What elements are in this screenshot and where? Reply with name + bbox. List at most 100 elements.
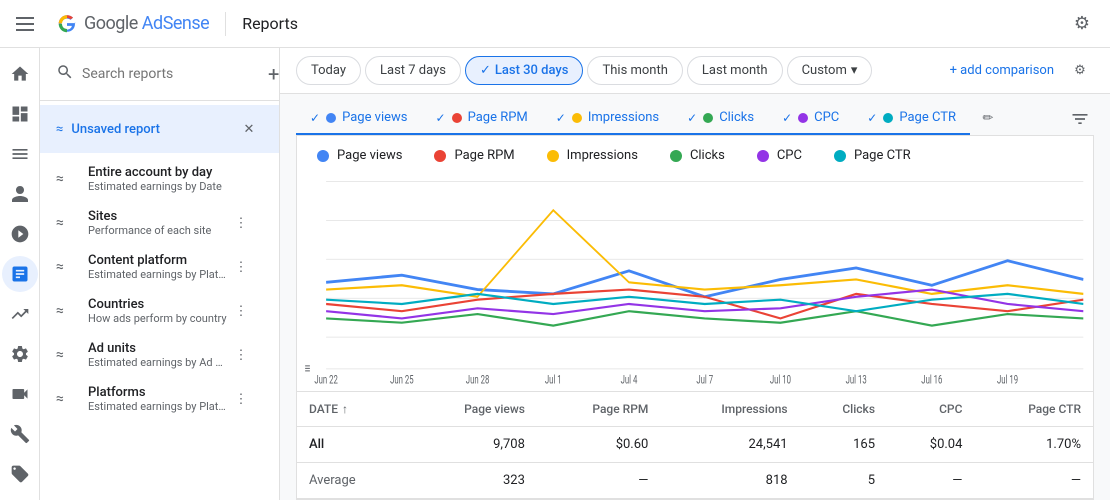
last7-filter-btn[interactable]: Last 7 days bbox=[365, 56, 461, 85]
tab-clicks[interactable]: ✓ Clicks bbox=[673, 102, 768, 135]
filter-gear-icon[interactable]: ⚙ bbox=[1066, 57, 1094, 85]
row-all-pagerpm: $0.60 bbox=[537, 427, 660, 463]
topbar: Google AdSense Reports ⚙ bbox=[0, 0, 1110, 48]
main-content: Today Last 7 days ✓ Last 30 days This mo… bbox=[280, 48, 1110, 500]
col-cpc: CPC bbox=[887, 392, 974, 427]
nav-reports-icon[interactable] bbox=[2, 256, 38, 292]
col-clicks: Clicks bbox=[800, 392, 887, 427]
row-avg-pagerpm: — bbox=[537, 463, 660, 499]
nav-tools-icon[interactable] bbox=[2, 416, 38, 452]
edit-metrics-icon[interactable]: ✏ bbox=[974, 105, 1002, 133]
countries-title: Countries bbox=[88, 297, 227, 312]
svg-text:Jun 28: Jun 28 bbox=[466, 374, 490, 387]
dot-clicks bbox=[703, 113, 713, 123]
filter-bar: Today Last 7 days ✓ Last 30 days This mo… bbox=[280, 48, 1110, 94]
logo: Google AdSense bbox=[56, 13, 209, 35]
tab-cpc[interactable]: ✓ CPC bbox=[768, 102, 853, 135]
platforms-more-icon[interactable]: ⋮ bbox=[227, 385, 255, 413]
entire-account-icon: ≈ bbox=[56, 169, 76, 189]
sort-date-icon[interactable]: ↑ bbox=[342, 402, 348, 416]
legend-cpc: CPC bbox=[757, 148, 802, 163]
lastmonth-filter-btn[interactable]: Last month bbox=[687, 56, 783, 85]
nav-home-icon[interactable] bbox=[2, 56, 38, 92]
row-all-impressions: 24,541 bbox=[660, 427, 799, 463]
nav-dashboard-icon[interactable] bbox=[2, 96, 38, 132]
metric-tabs: ✓ Page views ✓ Page RPM ✓ Impressions ✓ bbox=[296, 94, 1094, 136]
nav-trending-icon[interactable] bbox=[2, 296, 38, 332]
tab-pagectr[interactable]: ✓ Page CTR bbox=[853, 102, 970, 135]
legend-dot-pagectr bbox=[834, 150, 846, 162]
add-comparison-btn[interactable]: + add comparison bbox=[942, 57, 1062, 84]
sidebar-item-entire-account[interactable]: ≈ Entire account by day Estimated earnin… bbox=[40, 157, 271, 201]
check-clicks-icon: ✓ bbox=[687, 111, 697, 125]
today-filter-btn[interactable]: Today bbox=[296, 56, 361, 85]
content-platform-more-icon[interactable]: ⋮ bbox=[227, 253, 255, 281]
svg-text:Jul 19: Jul 19 bbox=[997, 374, 1018, 387]
nav-settings-icon[interactable] bbox=[2, 336, 38, 372]
line-chart: Jun 22 Jun 25 Jun 28 Jul 1 Jul 4 Jul 7 J… bbox=[297, 167, 1093, 391]
legend-dot-impressions bbox=[547, 150, 559, 162]
ad-units-icon: ≈ bbox=[56, 345, 76, 365]
table-row: All 9,708 $0.60 24,541 165 $0.04 1.70% bbox=[297, 427, 1093, 463]
legend-dot-cpc bbox=[757, 150, 769, 162]
chart-filter-icon[interactable] bbox=[1066, 105, 1094, 133]
sidebar-item-ad-units[interactable]: ≈ Ad units Estimated earnings by Ad unit… bbox=[40, 333, 271, 377]
settings-icon[interactable]: ⚙ bbox=[1070, 12, 1094, 36]
custom-dropdown-icon: ▾ bbox=[851, 63, 858, 78]
close-unsaved-icon[interactable]: ✕ bbox=[235, 115, 263, 143]
check-pagectr-icon: ✓ bbox=[867, 111, 877, 125]
add-report-icon[interactable]: + bbox=[268, 60, 279, 88]
sidebar: + ≈ Unsaved report ✕ ≈ Entire account by… bbox=[40, 48, 280, 500]
check-pageviews-icon: ✓ bbox=[310, 111, 320, 125]
dot-pageviews bbox=[326, 113, 336, 123]
sidebar-item-platforms[interactable]: ≈ Platforms Estimated earnings by Platfo… bbox=[40, 377, 271, 421]
countries-more-icon[interactable]: ⋮ bbox=[227, 297, 255, 325]
nav-list-icon[interactable] bbox=[2, 136, 38, 172]
check-cpc-icon: ✓ bbox=[782, 111, 792, 125]
tab-pagerpm[interactable]: ✓ Page RPM bbox=[422, 102, 542, 135]
svg-text:Jun 25: Jun 25 bbox=[390, 374, 414, 387]
brand-name: Google AdSense bbox=[84, 13, 209, 34]
row-avg-cpc: — bbox=[887, 463, 974, 499]
legend-pageviews: Page views bbox=[317, 148, 402, 163]
unsaved-icon: ≈ bbox=[56, 122, 63, 137]
legend-dot-pagerpm bbox=[434, 150, 446, 162]
tab-pageviews[interactable]: ✓ Page views bbox=[296, 102, 422, 135]
search-input[interactable] bbox=[82, 66, 260, 82]
legend-clicks: Clicks bbox=[670, 148, 725, 163]
ad-units-more-icon[interactable]: ⋮ bbox=[227, 341, 255, 369]
row-avg-pageviews: 323 bbox=[406, 463, 537, 499]
svg-text:Jun 22: Jun 22 bbox=[314, 374, 338, 387]
nav-video-icon[interactable] bbox=[2, 376, 38, 412]
thismonth-filter-btn[interactable]: This month bbox=[587, 56, 682, 85]
nav-tag-icon[interactable] bbox=[2, 456, 38, 492]
tab-impressions[interactable]: ✓ Impressions bbox=[542, 102, 673, 135]
check-pagerpm-icon: ✓ bbox=[436, 111, 446, 125]
nav-block-icon[interactable] bbox=[2, 216, 38, 252]
row-all-pageviews: 9,708 bbox=[406, 427, 537, 463]
topbar-divider bbox=[225, 12, 226, 36]
nav-person-icon[interactable] bbox=[2, 176, 38, 212]
svg-text:≡: ≡ bbox=[305, 361, 311, 377]
search-icon bbox=[56, 63, 74, 85]
row-all-pagectr: 1.70% bbox=[974, 427, 1093, 463]
unsaved-report-item[interactable]: ≈ Unsaved report ✕ bbox=[40, 105, 279, 153]
content-platform-title: Content platform bbox=[88, 253, 227, 268]
platforms-title: Platforms bbox=[88, 385, 227, 400]
google-logo-icon bbox=[56, 13, 78, 35]
platforms-subtitle: Estimated earnings by Platform bbox=[88, 400, 227, 413]
sidebar-item-countries[interactable]: ≈ Countries How ads perform by country ⋮ bbox=[40, 289, 271, 333]
sidebar-item-content-platform[interactable]: ≈ Content platform Estimated earnings by… bbox=[40, 245, 271, 289]
sidebar-item-sites[interactable]: ≈ Sites Performance of each site ⋮ bbox=[40, 201, 271, 245]
svg-text:Jul 13: Jul 13 bbox=[846, 374, 867, 387]
check-impressions-icon: ✓ bbox=[556, 111, 566, 125]
legend-pagerpm: Page RPM bbox=[434, 148, 514, 163]
sites-more-icon[interactable]: ⋮ bbox=[227, 209, 255, 237]
data-table-section: DATE ↑ Page views Page RPM Impressions C… bbox=[297, 391, 1093, 500]
custom-filter-btn[interactable]: Custom ▾ bbox=[787, 56, 873, 85]
menu-icon[interactable] bbox=[16, 12, 40, 36]
col-date[interactable]: DATE ↑ bbox=[297, 392, 406, 427]
sites-icon: ≈ bbox=[56, 213, 76, 233]
last30-filter-btn[interactable]: ✓ Last 30 days bbox=[465, 56, 584, 85]
row-avg-date: Average bbox=[297, 463, 406, 499]
